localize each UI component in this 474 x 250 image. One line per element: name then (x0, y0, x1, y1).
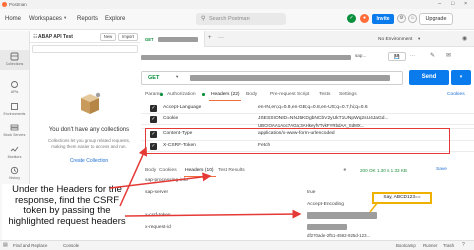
trash-button[interactable]: Trash (443, 243, 454, 248)
find-replace-button[interactable]: Find and Replace (13, 243, 47, 248)
bootcamp-button[interactable]: Bootcamp (396, 243, 416, 248)
arrow-to-csrf-token (124, 209, 302, 219)
console-button[interactable]: Console (63, 243, 79, 248)
arrow-to-request-headers (119, 146, 148, 207)
help-icon[interactable]: ? (462, 242, 465, 248)
annotation-arrows (109, 146, 379, 219)
sidebar-toggle-icon[interactable]: ▤ (3, 242, 8, 248)
arrow-to-response-headers (109, 172, 212, 189)
callout-pointer (369, 201, 379, 213)
runner-button[interactable]: Runner (423, 243, 437, 248)
